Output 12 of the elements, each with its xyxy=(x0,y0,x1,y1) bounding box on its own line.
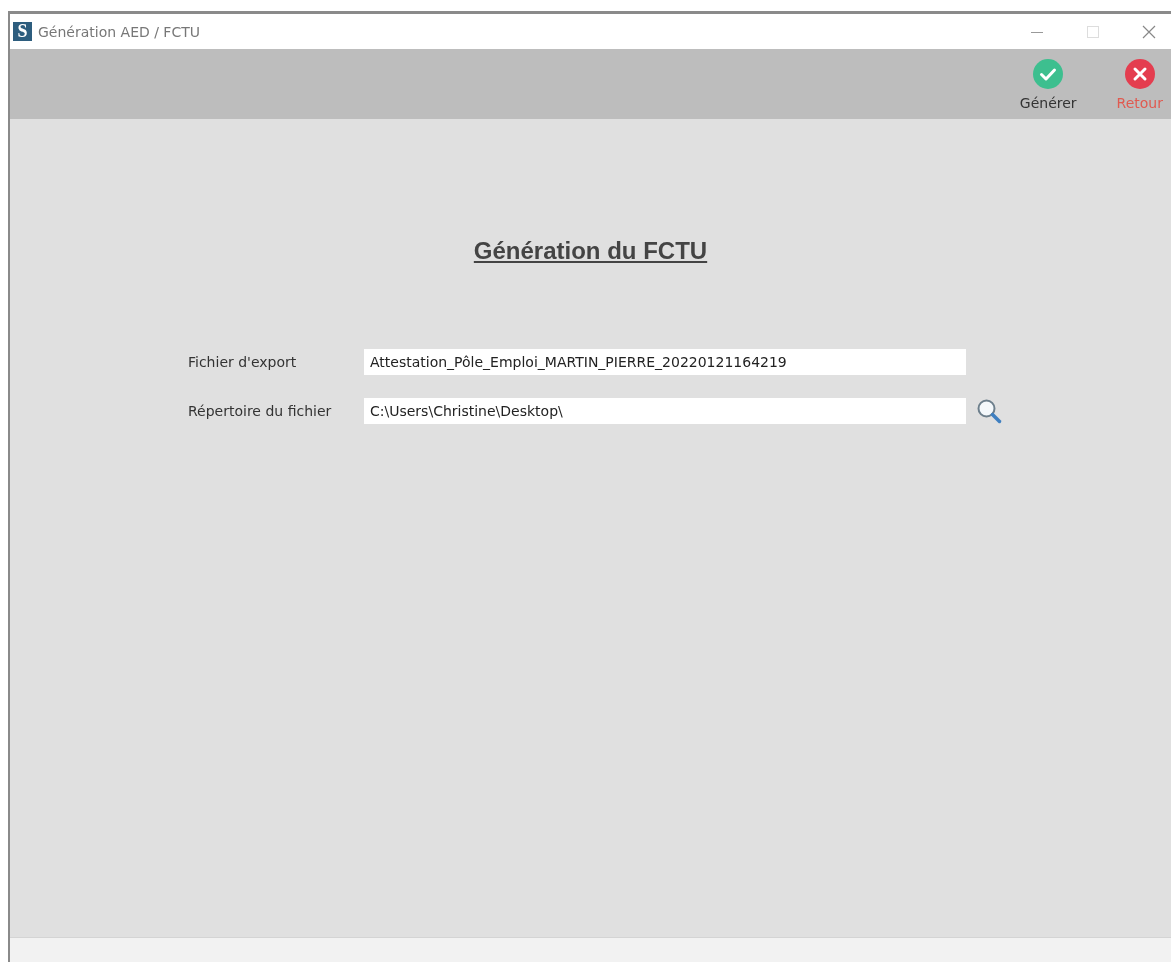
field-label: Répertoire du fichier xyxy=(188,403,333,419)
check-icon xyxy=(1032,57,1065,90)
field-label: Fichier d'export xyxy=(188,354,298,370)
close-icon[interactable] xyxy=(1141,23,1157,40)
window-title: Génération AED / FCTU xyxy=(38,23,200,40)
page-heading: Génération du FCTU xyxy=(473,237,708,265)
close-icon xyxy=(1123,57,1156,90)
input-field[interactable]: Attestation_Pôle_Emploi_MARTIN_PIERRE_20220121164219 xyxy=(364,349,966,375)
search-icon[interactable] xyxy=(976,398,1002,424)
input-field[interactable]: C:\Users\Christine\Desktop\ xyxy=(364,398,966,424)
generate-button[interactable]: Générer xyxy=(1015,49,1081,119)
app-logo: S xyxy=(13,22,32,41)
